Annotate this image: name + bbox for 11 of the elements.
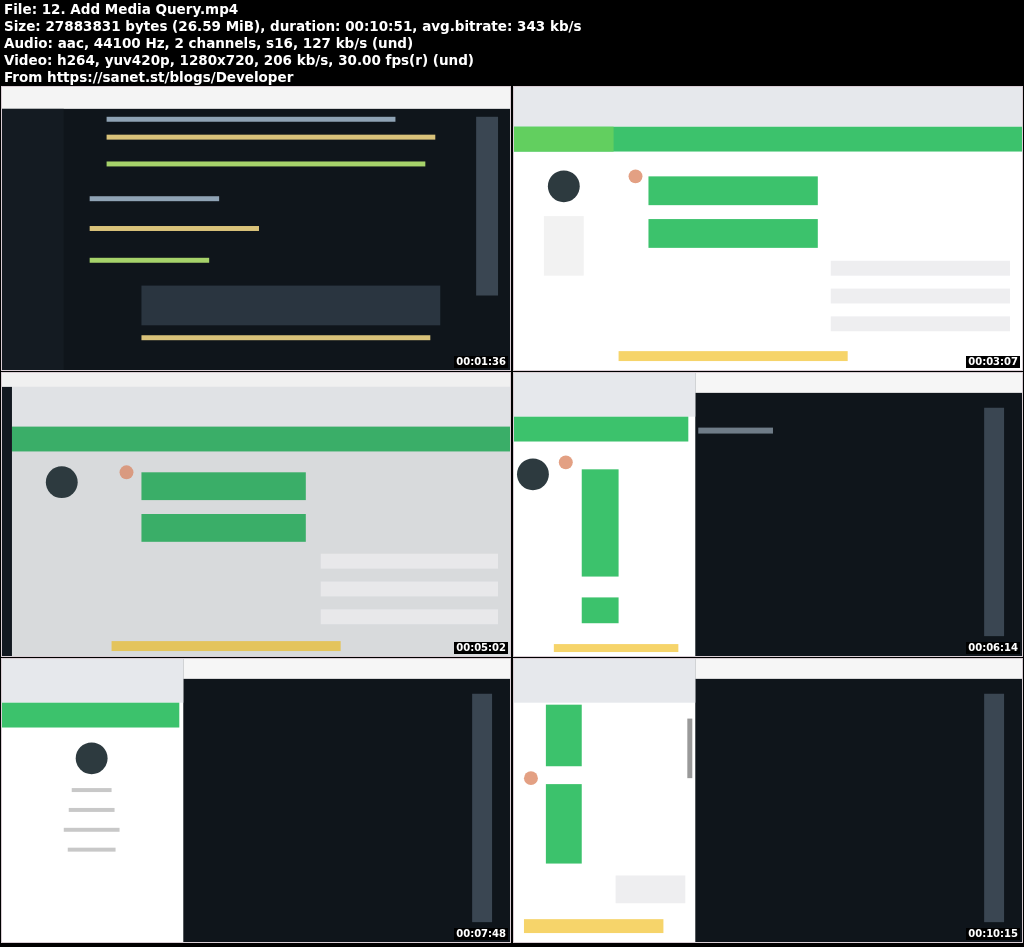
timestamp: 00:05:02 [454,642,508,654]
file-info-text: Video: h264, yuv420p, 1280x720, 206 kb/s, 30.00 fps(r) (und) [4,52,476,69]
file-info-text: Size: 27883831 bytes (26.59 MiB), duration: 00:10:51, avg.bitrate: 343 kb/s [4,18,583,35]
timestamp: 00:10:15 [966,928,1020,940]
file-info-text: From https://sanet.st/blogs/Developer [4,69,295,86]
file-info-text: File: 12. Add Media Query.mp4 [4,1,240,18]
timestamp: 00:07:48 [454,928,508,940]
timestamp: 00:03:07 [966,356,1020,368]
file-info-text: Audio: aac, 44100 Hz, 2 channels, s16, 127 kb/s (und) [4,35,415,52]
timestamp: 00:01:36 [454,356,508,368]
timestamp: 00:06:14 [966,642,1020,654]
